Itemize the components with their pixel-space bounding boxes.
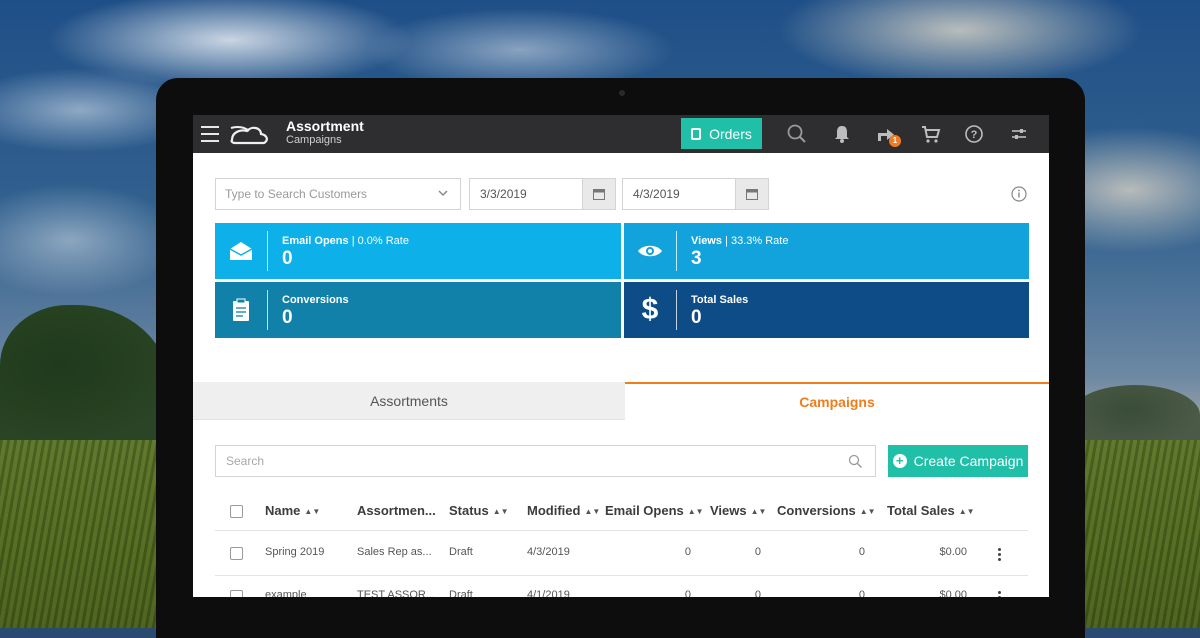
- end-date-field[interactable]: 4/3/2019: [622, 178, 769, 210]
- svg-text:?: ?: [971, 129, 978, 141]
- customer-search-placeholder: Type to Search Customers: [225, 187, 368, 201]
- cell-name[interactable]: example: [265, 589, 307, 597]
- envelope-icon: [215, 223, 267, 279]
- create-campaign-label: Create Campaign: [913, 453, 1024, 469]
- cell-modified: 4/1/2019: [527, 589, 570, 597]
- column-header-name[interactable]: Name ▲▼: [265, 503, 320, 518]
- cell-modified: 4/3/2019: [527, 546, 570, 558]
- more-options-icon[interactable]: [998, 591, 1002, 597]
- column-header-assortment[interactable]: Assortmen...: [357, 503, 436, 518]
- tree-line-right: [1070, 385, 1200, 445]
- cell-status: Draft: [449, 589, 473, 597]
- notification-badge: 1: [889, 135, 901, 147]
- cell-name[interactable]: Spring 2019: [265, 546, 324, 558]
- cell-email-opens: 0: [684, 546, 691, 558]
- email-opens-card: Email Opens | 0.0% Rate 0: [215, 223, 621, 279]
- cell-status: Draft: [449, 546, 473, 558]
- card-value: 0: [282, 307, 293, 328]
- row-divider: [215, 575, 1028, 576]
- clipboard-icon: [215, 282, 267, 338]
- search-placeholder: Search: [226, 454, 265, 468]
- column-header-total-sales[interactable]: Total Sales ▲▼: [887, 503, 975, 518]
- app-screen: Assortment Campaigns Orders 1 ? Type to …: [193, 115, 1049, 597]
- row-checkbox[interactable]: [230, 590, 243, 597]
- views-card: Views | 33.3% Rate 3: [624, 223, 1029, 279]
- column-header-status[interactable]: Status ▲▼: [449, 503, 509, 518]
- sort-icon: ▲▼: [958, 507, 975, 516]
- more-options-icon[interactable]: [998, 548, 1002, 563]
- top-bar: Assortment Campaigns Orders 1 ?: [193, 115, 1049, 153]
- cell-assortment: Sales Rep as...: [357, 546, 432, 558]
- sort-icon: ▲▼: [584, 507, 601, 516]
- calendar-icon[interactable]: [735, 179, 768, 209]
- card-label: Email Opens | 0.0% Rate: [282, 235, 409, 247]
- total-sales-card: $ Total Sales 0: [624, 282, 1029, 338]
- card-label: Views | 33.3% Rate: [691, 235, 789, 247]
- select-all-checkbox[interactable]: [230, 505, 243, 518]
- row-divider: [215, 530, 1028, 531]
- search-icon[interactable]: [786, 123, 808, 145]
- column-header-conversions[interactable]: Conversions ▲▼: [777, 503, 876, 518]
- tab-assortments[interactable]: Assortments: [193, 382, 625, 420]
- settings-sliders-icon[interactable]: [1008, 123, 1030, 145]
- conversions-card: Conversions 0: [215, 282, 621, 338]
- share-icon[interactable]: 1: [875, 123, 901, 147]
- bell-icon[interactable]: [831, 123, 853, 145]
- card-value: 3: [691, 248, 702, 269]
- webcam: [619, 90, 625, 96]
- orders-button-label: Orders: [709, 125, 752, 142]
- sort-icon: ▲▼: [687, 507, 704, 516]
- cell-views: 0: [754, 589, 761, 597]
- cell-conversions: 0: [858, 546, 865, 558]
- cell-total-sales: $0.00: [939, 589, 967, 597]
- help-icon[interactable]: ?: [963, 123, 985, 145]
- search-input[interactable]: Search: [215, 445, 876, 477]
- row-checkbox[interactable]: [230, 547, 243, 560]
- cell-total-sales: $0.00: [939, 546, 967, 558]
- info-icon[interactable]: [1011, 186, 1027, 202]
- logo-icon: [230, 126, 268, 145]
- card-label: Total Sales: [691, 294, 749, 306]
- tab-campaigns[interactable]: Campaigns: [625, 382, 1049, 420]
- sort-icon: ▲▼: [492, 507, 509, 516]
- plus-icon: +: [892, 454, 907, 468]
- card-divider: [267, 231, 268, 271]
- calendar-icon[interactable]: [582, 179, 615, 209]
- cell-assortment: TEST ASSOR...: [357, 589, 436, 597]
- end-date-value: 4/3/2019: [633, 187, 680, 201]
- cell-email-opens: 0: [684, 589, 691, 597]
- create-campaign-button[interactable]: + Create Campaign: [888, 445, 1028, 477]
- start-date-field[interactable]: 3/3/2019: [469, 178, 616, 210]
- card-label: Conversions: [282, 294, 349, 306]
- clipboard-icon: [691, 127, 702, 140]
- chevron-down-icon: [438, 190, 448, 197]
- dollar-icon: $: [641, 293, 659, 326]
- column-header-modified[interactable]: Modified ▲▼: [527, 503, 600, 518]
- column-header-email-opens[interactable]: Email Opens ▲▼: [605, 503, 704, 518]
- card-divider: [676, 231, 677, 271]
- start-date-value: 3/3/2019: [480, 187, 527, 201]
- menu-icon[interactable]: [201, 126, 219, 142]
- customer-search-select[interactable]: Type to Search Customers: [215, 178, 461, 210]
- sort-icon: ▲▼: [750, 507, 767, 516]
- cart-icon[interactable]: [920, 123, 942, 145]
- orders-button[interactable]: Orders: [681, 118, 762, 149]
- card-divider: [267, 290, 268, 330]
- cell-conversions: 0: [858, 589, 865, 597]
- card-value: 0: [691, 307, 702, 328]
- app-title: Assortment: [286, 118, 364, 134]
- app-subtitle: Campaigns: [286, 134, 342, 146]
- column-header-views[interactable]: Views ▲▼: [710, 503, 766, 518]
- eye-icon: [624, 223, 676, 279]
- sort-icon: ▲▼: [304, 507, 321, 516]
- cell-views: 0: [754, 546, 761, 558]
- sort-icon: ▲▼: [859, 507, 876, 516]
- search-icon: [848, 454, 862, 468]
- card-divider: [676, 290, 677, 330]
- card-value: 0: [282, 248, 293, 269]
